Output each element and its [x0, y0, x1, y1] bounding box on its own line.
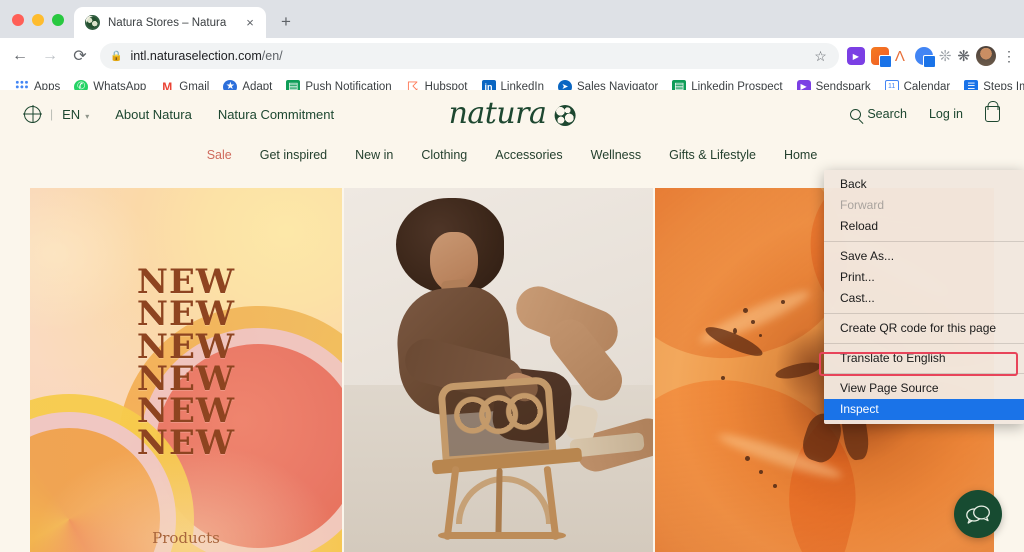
- login-button[interactable]: Log in: [929, 107, 963, 121]
- nav-item-wellness[interactable]: Wellness: [591, 148, 641, 162]
- url-path: /en/: [261, 49, 283, 63]
- avatar[interactable]: [976, 46, 996, 66]
- link-natura-commitment[interactable]: Natura Commitment: [218, 107, 334, 122]
- divider: [824, 241, 1024, 242]
- context-menu-item-cast[interactable]: Cast...: [824, 288, 1024, 309]
- nav-item-home[interactable]: Home: [784, 148, 817, 162]
- search-button[interactable]: Search: [850, 107, 907, 121]
- url-domain: intl.naturaselection.com: [130, 49, 262, 63]
- nav-item-sale[interactable]: Sale: [207, 148, 232, 162]
- tab-strip: Natura Stores – Natura × +: [0, 0, 1024, 38]
- maximize-window-button[interactable]: [52, 14, 64, 26]
- shopping-bag-icon[interactable]: [985, 106, 1000, 122]
- caret-extension-icon[interactable]: Λ: [895, 48, 909, 65]
- chat-widget-button[interactable]: [954, 490, 1002, 538]
- utility-nav-right: Search Log in: [850, 106, 1000, 122]
- new-tab-button[interactable]: +: [272, 8, 300, 36]
- context-menu-item-view-page-source[interactable]: View Page Source: [824, 378, 1024, 399]
- tab-title: Natura Stores – Natura: [108, 16, 227, 29]
- globe-icon[interactable]: [24, 105, 41, 123]
- site-logo[interactable]: natura: [449, 96, 576, 131]
- context-menu-item-reload[interactable]: Reload: [824, 216, 1024, 237]
- forward-icon: →: [42, 47, 58, 64]
- orange-extension-icon[interactable]: [870, 47, 892, 68]
- link-about-natura[interactable]: About Natura: [115, 107, 192, 122]
- divider: [824, 343, 1024, 344]
- address-bar[interactable]: 🔒 intl.naturaselection.com/en/ ☆: [100, 43, 839, 69]
- divider: [824, 313, 1024, 314]
- context-menu-item-translate[interactable]: Translate to English: [824, 348, 1024, 369]
- new-word: NEW: [136, 294, 236, 335]
- nav-item-accessories[interactable]: Accessories: [495, 148, 562, 162]
- context-menu-item-create-qr-code[interactable]: Create QR code for this page: [824, 318, 1024, 339]
- close-icon[interactable]: ×: [242, 15, 258, 31]
- browser-window: Natura Stores – Natura × + ← → ⟳ 🔒 intl.…: [0, 0, 1024, 552]
- language-label: EN: [62, 106, 81, 122]
- close-window-button[interactable]: [12, 14, 24, 26]
- sendspark-extension-icon[interactable]: [846, 47, 865, 65]
- hero-tile-new-products[interactable]: NEW NEW NEW NEW NEW NEW Products: [30, 188, 342, 552]
- extension-icons: Λ ❊ ❋ ⋮: [846, 46, 1016, 68]
- browser-tab[interactable]: Natura Stores – Natura ×: [74, 7, 266, 38]
- photo-rattan-chair: [430, 376, 588, 552]
- nav-item-get-inspired[interactable]: Get inspired: [260, 148, 327, 162]
- new-word-stack: NEW NEW NEW NEW NEW NEW: [30, 265, 342, 464]
- browser-toolbar: ← → ⟳ 🔒 intl.naturaselection.com/en/ ☆ Λ…: [0, 38, 1024, 74]
- search-icon: [850, 108, 862, 120]
- hero-tile-model-photo[interactable]: [343, 188, 653, 552]
- search-label: Search: [867, 107, 907, 121]
- divider: [824, 373, 1024, 374]
- context-menu-item-print[interactable]: Print...: [824, 267, 1024, 288]
- chrome-menu-icon[interactable]: ⋮: [1002, 48, 1016, 65]
- context-menu-item-back[interactable]: Back: [824, 174, 1024, 195]
- nav-item-new-in[interactable]: New in: [355, 148, 393, 162]
- natura-globe-icon: [554, 105, 576, 126]
- context-menu: Back Forward Reload Save As... Print... …: [824, 170, 1024, 424]
- minimize-window-button[interactable]: [32, 14, 44, 26]
- reload-icon[interactable]: ⟳: [66, 42, 94, 70]
- natura-globe-icon: [85, 15, 100, 30]
- context-menu-item-save-as[interactable]: Save As...: [824, 246, 1024, 267]
- blue-badge-extension-icon[interactable]: [914, 47, 936, 68]
- context-menu-item-inspect[interactable]: Inspect: [824, 399, 1024, 420]
- chat-bubbles-icon: [966, 505, 990, 524]
- back-icon[interactable]: ←: [6, 42, 34, 70]
- hero-caption-products: Products: [152, 529, 220, 547]
- divider: |: [50, 107, 54, 121]
- lock-icon: 🔒: [110, 50, 123, 62]
- window-traffic-lights: [0, 14, 74, 38]
- brand-wordmark: natura: [448, 96, 547, 131]
- main-navigation: Sale Get inspired New in Clothing Access…: [0, 138, 1024, 172]
- chevron-down-icon: ▾: [85, 111, 90, 121]
- puzzle-gray-extension-icon[interactable]: ❊: [939, 47, 952, 65]
- bookmark-star-icon[interactable]: ☆: [814, 48, 829, 65]
- context-menu-item-forward: Forward: [840, 198, 885, 212]
- url-text: intl.naturaselection.com/en/: [130, 49, 282, 63]
- new-word: NEW: [136, 423, 236, 464]
- nav-item-clothing[interactable]: Clothing: [421, 148, 467, 162]
- puzzle-dark-extension-icon[interactable]: ❋: [957, 47, 970, 65]
- nav-item-gifts-lifestyle[interactable]: Gifts & Lifestyle: [669, 148, 756, 162]
- language-selector[interactable]: EN ▾: [62, 107, 89, 122]
